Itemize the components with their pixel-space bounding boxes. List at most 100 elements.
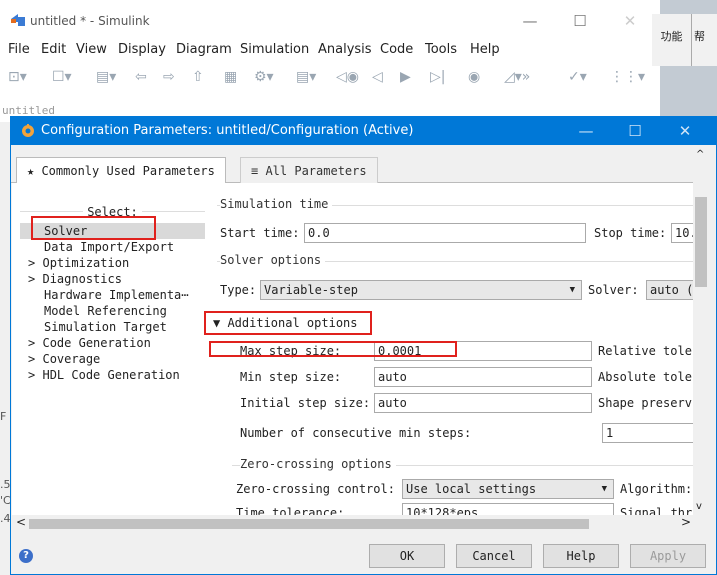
initial-step-label: Initial step size: — [240, 396, 371, 410]
expand-chevron-icon[interactable]: > — [28, 336, 35, 350]
maximize-icon[interactable]: ☐ — [568, 10, 592, 32]
library-browser-icon[interactable]: ⊡▾ — [8, 68, 27, 86]
ok-button[interactable]: OK — [369, 544, 445, 568]
max-step-highlight-box — [209, 341, 457, 357]
consecutive-min-steps-input[interactable]: 1 — [602, 423, 693, 443]
simulink-titlebar: untitled * - Simulink — ☐ ✕ — [0, 0, 660, 40]
tree-item-model-referencing[interactable]: Model Referencing — [20, 303, 167, 319]
additional-options-highlight-box — [204, 311, 372, 335]
tree-item-data-import[interactable]: Data Import/Export — [20, 239, 174, 255]
solver-highlight-box — [31, 216, 156, 240]
shape-preservation-label: Shape preserv — [598, 396, 692, 410]
solver-label: Solver: — [588, 283, 639, 297]
stop-icon[interactable]: ◉ — [468, 68, 480, 86]
forward-icon[interactable]: ⇨ — [163, 68, 175, 86]
time-tolerance-input[interactable]: 10*128*eps — [402, 503, 614, 515]
config-gear-icon — [22, 124, 34, 137]
save-icon[interactable]: ▤▾ — [96, 68, 116, 86]
parameters-panel: Select: Solver Data Import/Export > Opti… — [12, 183, 693, 515]
start-time-input[interactable]: 0.0 — [304, 223, 586, 243]
background-help-button[interactable]: 帮 — [692, 14, 717, 66]
menu-analysis[interactable]: Analysis — [318, 42, 372, 57]
menu-diagram[interactable]: Diagram — [176, 42, 232, 57]
horizontal-scroll-thumb[interactable] — [29, 519, 589, 529]
minimize-icon[interactable]: — — [518, 10, 542, 32]
tree-item-simulation-target[interactable]: Simulation Target — [20, 319, 167, 335]
scroll-down-icon[interactable]: v — [696, 501, 702, 512]
stop-time-input[interactable]: 10. — [671, 223, 693, 243]
apply-button[interactable]: Apply — [630, 544, 706, 568]
menu-code[interactable]: Code — [380, 42, 413, 57]
stop-time-label: Stop time: — [594, 226, 667, 240]
left-mark-2: .5 — [0, 478, 11, 491]
dropdown-arrow-icon: ▼ — [569, 285, 575, 295]
cancel-button[interactable]: Cancel — [456, 544, 532, 568]
tree-item-hardware[interactable]: Hardware Implementa⋯ — [20, 287, 189, 303]
menu-edit[interactable]: Edit — [41, 42, 66, 57]
menu-simulation[interactable]: Simulation — [240, 42, 309, 57]
menu-help[interactable]: Help — [470, 42, 500, 57]
dropdown-arrow-icon: ▼ — [601, 484, 607, 494]
zero-crossing-control-select[interactable]: Use local settings ▼ — [402, 479, 614, 499]
model-explorer-icon[interactable]: ▦ — [224, 68, 237, 86]
scroll-right-icon[interactable]: > — [681, 515, 691, 529]
step-back-icon[interactable]: ◁◉ — [336, 68, 359, 86]
menu-tools[interactable]: Tools — [425, 42, 457, 57]
tree-item-code-generation[interactable]: > Code Generation — [20, 335, 151, 351]
scroll-up-icon[interactable]: ^ — [696, 149, 704, 160]
tree-item-coverage[interactable]: > Coverage — [20, 351, 100, 367]
solver-select[interactable]: auto (A — [646, 280, 693, 300]
absolute-tolerance-label: Absolute tole — [598, 370, 692, 384]
signal-threshold-label: Signal thr — [620, 506, 693, 515]
min-step-input[interactable]: auto — [374, 367, 592, 387]
zero-crossing-control-label: Zero-crossing control: — [236, 482, 395, 496]
expand-chevron-icon[interactable]: > — [28, 256, 35, 270]
close-icon[interactable]: ✕ — [618, 10, 642, 32]
back-icon[interactable]: ⇦ — [135, 68, 147, 86]
simulink-logo-icon — [11, 14, 25, 26]
expand-chevron-icon[interactable]: > — [28, 272, 35, 286]
run-icon[interactable]: ▶ — [400, 68, 411, 86]
dialog-minimize-icon[interactable]: — — [574, 121, 598, 141]
background-left-strip: F .5 'C .4 — [0, 400, 11, 540]
expand-chevron-icon[interactable]: > — [28, 368, 35, 382]
dialog-titlebar: Configuration Parameters: untitled/Confi… — [11, 117, 717, 145]
background-function-button[interactable]: 功能 — [652, 14, 692, 66]
new-model-icon[interactable]: ☐▾ — [52, 68, 72, 86]
step-back2-icon[interactable]: ◁ — [372, 68, 383, 86]
category-tree: Select: Solver Data Import/Export > Opti… — [20, 201, 205, 501]
model-settings-icon[interactable]: ▤▾ — [296, 68, 316, 86]
left-mark-4: .4 — [0, 512, 11, 525]
vertical-scroll-thumb[interactable] — [695, 197, 707, 287]
step-forward-icon[interactable]: ▷| — [430, 68, 445, 86]
menu-file[interactable]: File — [8, 42, 30, 57]
tree-item-hdl-code-generation[interactable]: > HDL Code Generation — [20, 367, 180, 383]
tree-item-diagnostics[interactable]: > Diagnostics — [20, 271, 122, 287]
solver-options-label: Solver options — [220, 253, 326, 267]
tree-item-optimization[interactable]: > Optimization — [20, 255, 129, 271]
scope-icon[interactable]: ◿▾» — [504, 68, 530, 86]
scroll-left-icon[interactable]: < — [16, 515, 26, 529]
type-select[interactable]: Variable-step ▼ — [260, 280, 582, 300]
up-icon[interactable]: ⇧ — [192, 68, 204, 86]
simulink-window: untitled * - Simulink — ☐ ✕ File Edit Vi… — [0, 0, 660, 122]
tab-commonly-used[interactable]: ★ Commonly Used Parameters — [16, 157, 226, 184]
start-time-label: Start time: — [220, 226, 300, 240]
build-icon[interactable]: ⋮⋮▾ — [610, 68, 645, 86]
dialog-title: Configuration Parameters: untitled/Confi… — [41, 123, 414, 138]
menu-display[interactable]: Display — [118, 42, 166, 57]
help-button[interactable]: Help — [543, 544, 619, 568]
tab-all-parameters[interactable]: ≡ All Parameters — [240, 157, 378, 184]
config-gear-icon[interactable]: ⚙▾ — [254, 68, 274, 86]
relative-tolerance-label: Relative tole — [598, 344, 692, 358]
zero-crossing-label: Zero-crossing options — [240, 457, 396, 471]
time-tolerance-label: Time tolerance: — [236, 506, 345, 515]
dialog-close-icon[interactable]: ✕ — [673, 121, 697, 141]
initial-step-input[interactable]: auto — [374, 393, 592, 413]
help-question-icon[interactable]: ? — [19, 549, 33, 563]
menu-view[interactable]: View — [76, 42, 107, 57]
left-mark-1: F — [0, 410, 7, 423]
expand-chevron-icon[interactable]: > — [28, 352, 35, 366]
dialog-maximize-icon[interactable]: ☐ — [623, 121, 647, 141]
check-icon[interactable]: ✓▾ — [568, 68, 587, 86]
